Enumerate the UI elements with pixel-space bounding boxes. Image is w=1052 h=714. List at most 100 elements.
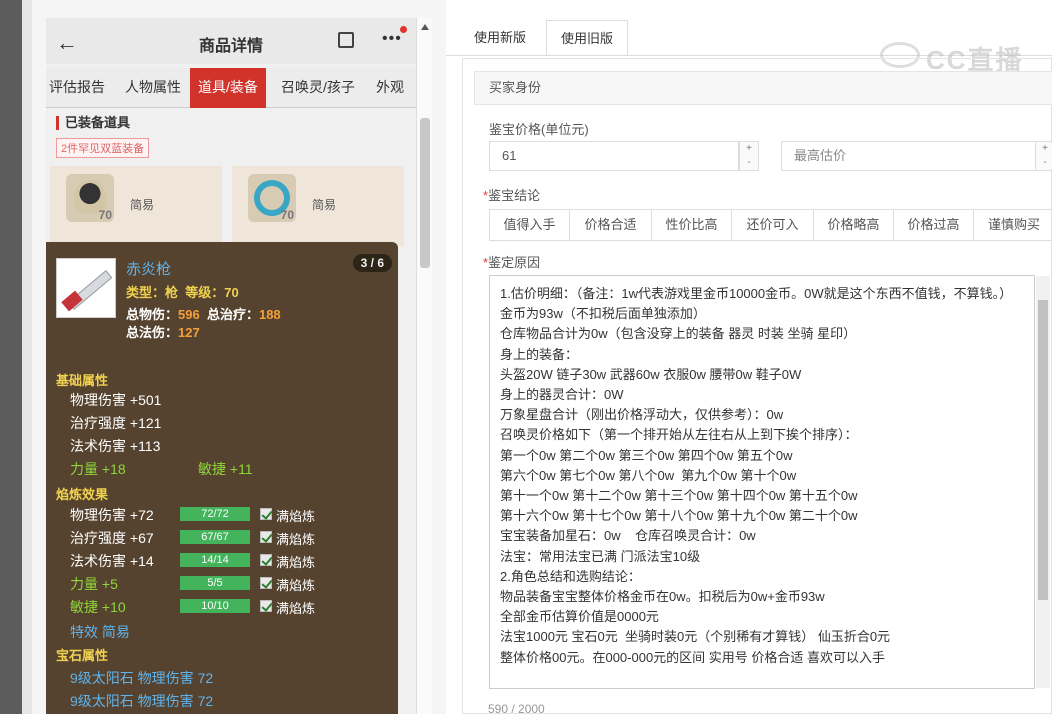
total-magic-label: 总法伤： [126,325,179,340]
item-card-necklace[interactable]: 70 简易 [232,166,404,246]
phone-scrollbar[interactable] [416,18,432,714]
refine-progress-bar: 14/14 [180,553,250,567]
base-attr-green: 力量 +18 [70,461,126,477]
helmet-icon: 70 [66,174,114,222]
refine-attr: 法术伤害 +14 [70,553,154,569]
tab-old-version[interactable]: 使用旧版 [546,20,629,56]
left-gutter-light [22,0,32,714]
refine-tag: 满焰炼 [276,532,316,547]
reason-textarea[interactable]: 1.估价明细：（备注：1w代表游戏里金币10000金币。0W就是这个东西不值钱，… [489,275,1035,689]
item-level: 70 [280,208,294,222]
item-name: 简易 [130,198,155,212]
level-value: 70 [224,285,239,300]
conclusion-options: 值得入手 价格合适 性价比高 还价可入 价格略高 价格过高 谨慎购买 [489,209,1052,241]
scroll-up-icon[interactable] [421,24,429,30]
rare-badge: 2件罕见双蓝装备 [56,138,150,158]
check-icon [260,577,272,589]
reason-label: *鉴定原因 [483,255,541,270]
detail-tabs: 评估报告 人物属性 道具/装备 召唤灵/孩子 外观 [46,68,416,108]
conclusion-option[interactable]: 还价可入 [732,210,814,240]
page-title: 商品详情 [198,38,263,55]
notification-dot [400,26,407,33]
gem-title: 宝石属性 [56,648,109,663]
refine-progress-bar: 67/67 [180,530,250,544]
special-effect: 特效 简易 [70,624,130,640]
refine-progress-bar: 72/72 [180,507,250,521]
type-value: 枪 [165,285,179,300]
check-icon [260,531,272,543]
check-icon [260,508,272,520]
screen: ← 商品详情 ••• 评估报告 人物属性 道具/装备 召唤灵/孩子 外观 已装备… [0,0,1052,714]
total-phys-label: 总物伤： [126,307,179,322]
base-attr-green: 敏捷 +11 [198,461,253,477]
tab-report[interactable]: 评估报告 [46,68,108,108]
tooltip-counter: 3 / 6 [352,254,392,272]
type-label: 类型： [126,285,166,300]
gem-attr: 9级太阳石 物理伤害 72 [70,670,214,686]
conclusion-option[interactable]: 价格合适 [570,210,652,240]
check-icon [260,554,272,566]
more-icon[interactable]: ••• [382,30,402,48]
buyer-identity-header[interactable]: 买家身份 [474,71,1052,105]
base-attr: 治疗强度 +121 [70,415,162,431]
refine-tag: 满焰炼 [276,578,316,593]
item-level: 70 [98,208,112,222]
total-phys-value: 596 [178,307,200,322]
tab-summons[interactable]: 召唤灵/孩子 [274,68,362,108]
gem-attr: 9级太阳石 物理伤害 72 [70,693,214,709]
form-panel: 买家身份 鉴宝价格(单位元) 61 + - 最高估价 + - *鉴宝结论 值得入手 … [462,58,1052,714]
refine-tag: 满焰炼 [276,509,316,524]
conclusion-label-text: 鉴宝结论 [488,188,541,203]
tab-equipment[interactable]: 道具/装备 [190,68,266,108]
refine-attr: 治疗强度 +67 [70,530,154,546]
necklace-icon: 70 [248,174,296,222]
price-input[interactable]: 61 [489,141,739,171]
base-attr-title: 基础属性 [56,373,109,388]
refine-attr: 物理伤害 +72 [70,507,154,523]
item-name: 简易 [312,198,337,212]
refine-attr: 敏捷 +10 [70,599,126,615]
refine-title: 焰炼效果 [56,487,109,502]
reason-label-text: 鉴定原因 [488,255,541,270]
conclusion-option[interactable]: 值得入手 [490,210,570,240]
tab-new-version[interactable]: 使用新版 [460,20,540,56]
phone-preview: ← 商品详情 ••• 评估报告 人物属性 道具/装备 召唤灵/孩子 外观 已装备… [46,18,416,714]
refine-progress-bar: 10/10 [180,599,250,613]
equipped-section-title: 已装备道具 [56,116,130,130]
refine-progress-bar: 5/5 [180,576,250,590]
item-name: 赤炎枪 [126,261,172,278]
conclusion-option[interactable]: 性价比高 [652,210,732,240]
base-attr: 法术伤害 +113 [70,438,161,454]
spear-icon [56,258,116,318]
char-counter: 590 / 2000 [488,702,545,714]
conclusion-option[interactable]: 谨慎购买 [974,210,1052,240]
appraisal-panel: 使用新版 使用旧版 CC直播 买家身份 鉴宝价格(单位元) 61 + - 最高估价… [446,0,1052,714]
price-stepper[interactable]: + - [739,141,759,171]
price-label: 鉴宝价格(单位元) [489,122,589,137]
tab-character[interactable]: 人物属性 [116,68,190,108]
total-heal-label: 总治疗： [206,307,259,322]
share-icon[interactable] [338,32,354,48]
base-attr: 物理伤害 +501 [70,392,162,408]
left-gutter [0,0,22,714]
item-magic-total: 总法伤：127 [126,322,200,341]
max-price-input[interactable]: 最高估价 [781,141,1037,171]
conclusion-label: *鉴宝结论 [483,188,541,203]
total-magic-value: 127 [178,325,200,340]
refine-tag: 满焰炼 [276,555,316,570]
tab-appearance[interactable]: 外观 [370,68,410,108]
refine-tag: 满焰炼 [276,601,316,616]
item-tooltip: 3 / 6 赤炎枪 类型：枪 等级：70 总物伤：596 总治疗：188 总法伤… [46,242,398,714]
max-price-stepper[interactable]: + - [1035,141,1052,171]
conclusion-option[interactable]: 价格过高 [894,210,974,240]
phone-top-bar: ← 商品详情 ••• [46,18,416,64]
item-type-level: 类型：枪 等级：70 [126,282,239,301]
total-heal-value: 188 [258,307,281,322]
textarea-scroll-thumb[interactable] [1038,300,1048,600]
conclusion-option[interactable]: 价格略高 [814,210,894,240]
item-totals: 总物伤：596 总治疗：188 [126,304,281,323]
item-card-helmet[interactable]: 70 简易 [50,166,222,246]
scroll-thumb[interactable] [420,118,430,268]
level-label: 等级： [185,285,225,300]
textarea-scrollbar[interactable] [1036,276,1050,688]
